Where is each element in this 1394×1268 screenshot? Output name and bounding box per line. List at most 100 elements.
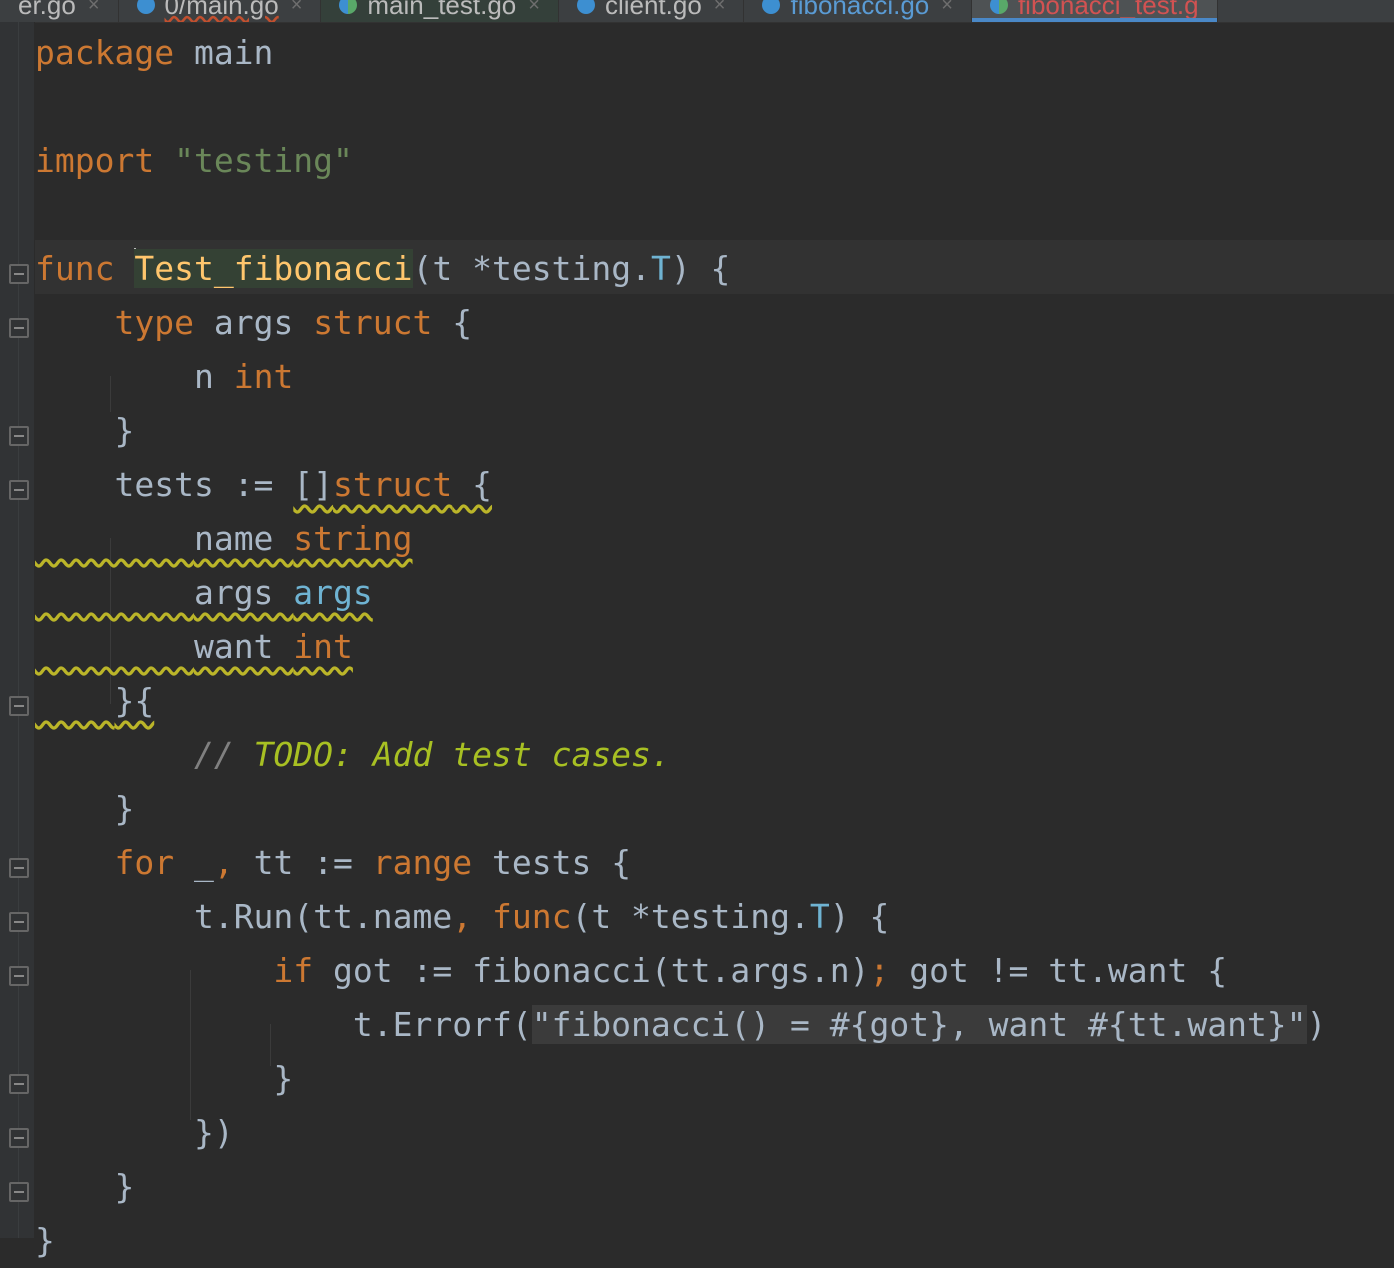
fold-toggle-icon[interactable] xyxy=(9,1128,29,1148)
comment: // xyxy=(193,735,254,774)
tab-client-go[interactable]: client.go × xyxy=(559,0,745,22)
code-editor[interactable]: package main import "testing" func Test_… xyxy=(0,22,1394,1260)
code-line-20: } xyxy=(35,1052,293,1106)
code-line-3: import "testing" xyxy=(35,134,353,188)
tab-label: client.go xyxy=(604,0,702,20)
code-line-9: tests := []struct { xyxy=(35,458,492,512)
code-line-12: want int xyxy=(35,620,353,674)
code-text: }{ xyxy=(114,681,155,720)
keyword: if xyxy=(273,951,314,990)
code-line-1: package main xyxy=(35,26,273,80)
string-literal: "fibonacci() = #{got}, want #{tt.want}" xyxy=(531,1005,1307,1044)
type-name: args xyxy=(293,573,373,612)
fold-toggle-icon[interactable] xyxy=(9,696,29,716)
go-test-file-icon xyxy=(989,0,1008,14)
warning-text: args args xyxy=(35,573,373,612)
todo-comment: TODO: Add test cases. xyxy=(253,735,671,774)
tab-label: fibonacci.go xyxy=(790,0,930,20)
fold-toggle-icon[interactable] xyxy=(9,1182,29,1202)
warning-text: }{ xyxy=(35,681,154,720)
code-text: n xyxy=(193,357,234,396)
code-text: } xyxy=(114,1167,135,1206)
tab-er-go[interactable]: er.go × xyxy=(0,0,119,22)
keyword: struct xyxy=(313,303,433,342)
code-text: t.Errorf( xyxy=(352,1005,532,1044)
code-text: args xyxy=(193,303,314,342)
code-text: (t *testing. xyxy=(412,249,651,288)
go-file-icon xyxy=(576,0,595,14)
code-line-5: func Test_fibonacci(t *testing.T) { xyxy=(35,242,730,296)
keyword: for xyxy=(114,843,175,882)
code-line-17: t.Run(tt.name, func(t *testing.T) { xyxy=(35,890,889,944)
tab-label: fibonacci_test.g xyxy=(1017,0,1199,20)
go-file-icon xyxy=(762,0,781,14)
code-line-13: }{ xyxy=(35,674,154,728)
fold-toggle-icon[interactable] xyxy=(9,318,29,338)
tab-label: 0/main.go xyxy=(164,0,279,20)
type-name: T xyxy=(809,897,830,936)
fold-toggle-icon[interactable] xyxy=(9,264,29,284)
code-line-22: } xyxy=(35,1160,134,1214)
fold-toggle-icon[interactable] xyxy=(9,480,29,500)
code-text: tests { xyxy=(472,843,632,882)
fold-toggle-icon[interactable] xyxy=(9,426,29,446)
tab-main-go[interactable]: 0/main.go × xyxy=(119,0,322,22)
close-icon[interactable]: × xyxy=(291,0,303,17)
code-text: } xyxy=(273,1059,294,1098)
code-text: tests := xyxy=(114,465,294,504)
code-line-15: } xyxy=(35,782,134,836)
warning-text: name string xyxy=(35,519,413,558)
type-name: T xyxy=(650,249,671,288)
tab-fibonacci-test-go[interactable]: fibonacci_test.g xyxy=(971,0,1218,22)
keyword: int xyxy=(233,357,294,396)
keyword: type xyxy=(114,303,194,342)
code-text: _ xyxy=(174,843,214,882)
fold-toggle-icon[interactable] xyxy=(9,966,29,986)
close-icon[interactable]: × xyxy=(88,0,100,17)
code-line-10: name string xyxy=(35,512,413,566)
close-icon[interactable]: × xyxy=(528,0,540,17)
code-text: } xyxy=(35,1221,55,1260)
tab-main-test-go[interactable]: main_test.go × xyxy=(321,0,559,22)
code-text: (t *testing. xyxy=(571,897,810,936)
warning-text: want int xyxy=(35,627,353,666)
code-line-7: n int xyxy=(35,350,293,404)
code-line-21: }) xyxy=(35,1106,234,1160)
code-line-19: t.Errorf("fibonacci() = #{got}, want #{t… xyxy=(35,998,1326,1052)
keyword: struct xyxy=(333,465,453,504)
code-text: t.Run(tt.name xyxy=(193,897,453,936)
keyword: func xyxy=(472,897,572,936)
keyword: string xyxy=(293,519,413,558)
punctuation: , xyxy=(452,897,473,936)
fold-toggle-icon[interactable] xyxy=(9,912,29,932)
code-text: { xyxy=(452,465,493,504)
fold-toggle-icon[interactable] xyxy=(9,1074,29,1094)
code-line-14: // TODO: Add test cases. xyxy=(35,728,671,782)
keyword: int xyxy=(293,627,353,666)
code-text: }) xyxy=(193,1113,234,1152)
go-test-file-icon xyxy=(339,0,358,14)
code-line-11: args args xyxy=(35,566,373,620)
tab-label: main_test.go xyxy=(367,0,517,20)
keyword: import xyxy=(35,141,155,180)
tab-fibonacci-go[interactable]: fibonacci.go × xyxy=(744,0,972,22)
code-text: ) xyxy=(1306,1005,1327,1044)
close-icon[interactable]: × xyxy=(941,0,953,17)
code-text: ) { xyxy=(829,897,890,936)
code-line-18: if got := fibonacci(tt.args.n); got != t… xyxy=(35,944,1227,998)
editor-tab-bar: er.go × 0/main.go × main_test.go × clien… xyxy=(0,0,1394,23)
code-text: name xyxy=(193,519,294,558)
string-literal: "testing" xyxy=(174,141,353,180)
punctuation: , xyxy=(213,843,234,882)
code-text: } xyxy=(114,411,135,450)
gutter-divider xyxy=(18,22,19,1238)
code-line-8: } xyxy=(35,404,134,458)
tab-label: er.go xyxy=(18,0,76,20)
close-icon[interactable]: × xyxy=(714,0,726,17)
code-text: got != tt.want { xyxy=(889,951,1228,990)
code-text: got := fibonacci(tt.args.n) xyxy=(313,951,870,990)
code-text: want xyxy=(193,627,294,666)
punctuation: ; xyxy=(869,951,890,990)
fold-toggle-icon[interactable] xyxy=(9,858,29,878)
code-text: ) { xyxy=(670,249,731,288)
